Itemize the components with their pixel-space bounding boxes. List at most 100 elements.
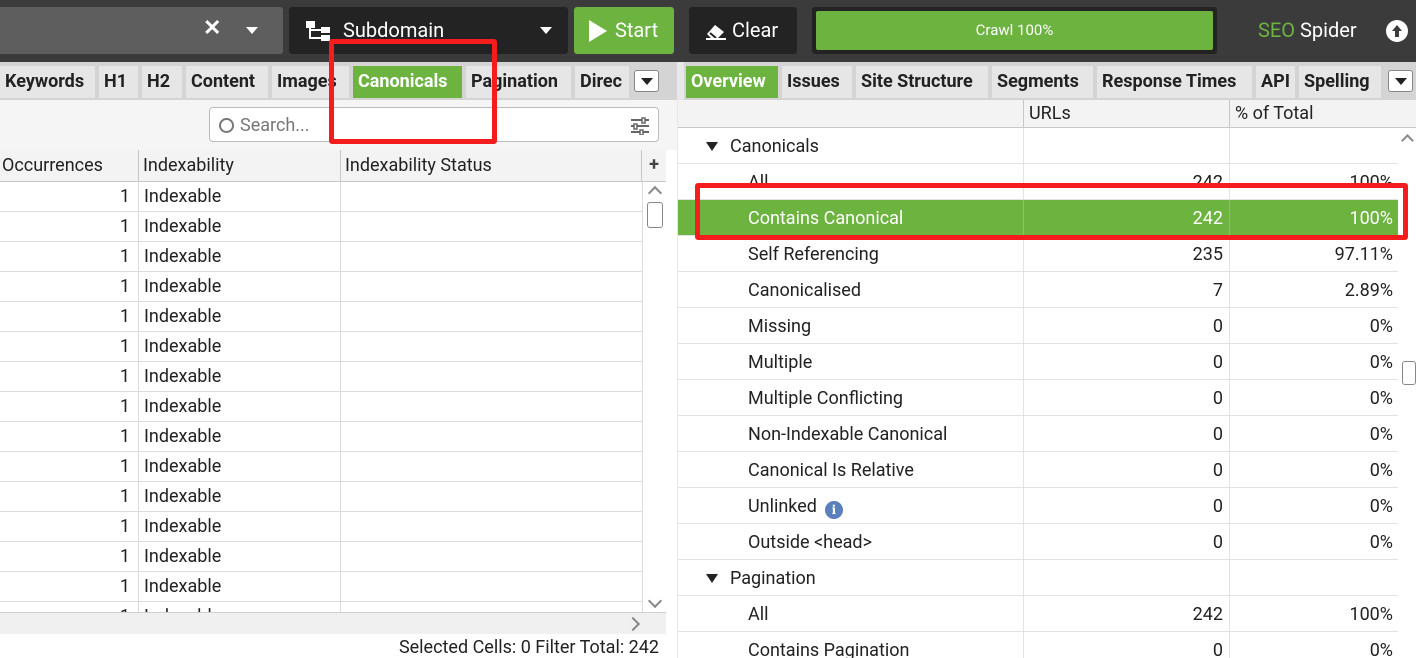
tree-item-all[interactable]: All 242 100% <box>678 596 1398 632</box>
table-row[interactable]: 1Indexable <box>0 302 642 332</box>
tab-segments[interactable]: Segments <box>992 66 1093 98</box>
table-row[interactable]: 1Indexable <box>0 212 642 242</box>
url-input[interactable]: ✕ <box>0 7 283 54</box>
tab-issues[interactable]: Issues <box>782 66 852 98</box>
cell-indexability-status <box>341 422 642 452</box>
tree-item-contains-pagination[interactable]: Contains Pagination 0 0% <box>678 632 1398 658</box>
tree-item-text: Self Referencing <box>748 244 879 265</box>
table-row[interactable]: 1Indexable <box>0 242 642 272</box>
cell-occurrences: 1 <box>0 242 139 272</box>
tree-item-missing[interactable]: Missing 0 0% <box>678 308 1398 344</box>
tree-item-label: Multiple <box>748 344 812 380</box>
start-button-label: Start <box>615 18 659 42</box>
brand-seo: SEO <box>1258 18 1296 42</box>
vertical-scrollbar[interactable] <box>642 182 666 612</box>
search-icon <box>219 118 234 133</box>
tab-site-structure[interactable]: Site Structure <box>856 66 988 98</box>
table-row[interactable]: 1Indexable <box>0 332 642 362</box>
column-header-pct-of-total[interactable]: % of Total <box>1229 100 1398 128</box>
filter-settings-icon[interactable] <box>630 117 650 135</box>
tree-item-non-indexable-canonical[interactable]: Non-Indexable Canonical 0 0% <box>678 416 1398 452</box>
cell-pct-of-total: 100% <box>1229 596 1398 632</box>
cell-indexability-status <box>341 602 642 612</box>
expand-toggle-icon[interactable] <box>706 142 718 151</box>
upload-icon[interactable] <box>1386 20 1408 42</box>
url-history-dropdown-icon[interactable] <box>246 27 258 34</box>
start-button[interactable]: Start <box>574 7 674 54</box>
tree-group-pagination[interactable]: Pagination <box>678 560 1398 596</box>
tree-item-self-referencing[interactable]: Self Referencing 235 97.11% <box>678 236 1398 272</box>
table-row[interactable]: 1Indexable <box>0 482 642 512</box>
main-toolbar: ✕ Subdomain Start Clear Crawl 100% SEO S… <box>0 0 1416 62</box>
scroll-up-icon[interactable] <box>647 185 663 201</box>
tree-item-text: Unlinked <box>748 496 817 517</box>
cell-pct-of-total: 0% <box>1229 344 1398 380</box>
table-row[interactable]: 1Indexable <box>0 272 642 302</box>
info-icon[interactable]: i <box>824 501 843 519</box>
scrollbar-thumb[interactable] <box>1402 361 1416 385</box>
tree-group-canonicals[interactable]: Canonicals <box>678 128 1398 164</box>
tree-item-canonicalised[interactable]: Canonicalised 7 2.89% <box>678 272 1398 308</box>
tree-item-unlinked[interactable]: Unlinked i 0 0% <box>678 488 1398 524</box>
brand-spider: Spider <box>1299 18 1357 42</box>
tab-h1[interactable]: H1 <box>99 66 138 98</box>
tree-item-outside-head[interactable]: Outside <head> 0 0% <box>678 524 1398 560</box>
tree-item-multiple[interactable]: Multiple 0 0% <box>678 344 1398 380</box>
tab-api[interactable]: API <box>1256 66 1295 98</box>
column-header-indexability[interactable]: Indexability <box>139 150 341 182</box>
tab-overview[interactable]: Overview <box>686 66 778 98</box>
tab-spelling[interactable]: Spelling <box>1299 66 1381 98</box>
close-icon[interactable]: ✕ <box>203 16 221 41</box>
scroll-right-icon[interactable] <box>625 616 641 632</box>
tab-overflow-button[interactable] <box>634 70 659 92</box>
chevron-down-icon <box>641 78 653 85</box>
table-row[interactable]: 1Indexable <box>0 572 642 602</box>
tree-item-canonical-is-relative[interactable]: Canonical Is Relative 0 0% <box>678 452 1398 488</box>
clear-button[interactable]: Clear <box>689 7 797 54</box>
cell-indexability-status <box>341 242 642 272</box>
table-row[interactable]: 1Indexable <box>0 512 642 542</box>
cell-urls: 0 <box>1023 416 1229 452</box>
tab-content[interactable]: Content <box>186 66 268 98</box>
overview-header: URLs % of Total <box>678 100 1416 128</box>
cell-indexability-status <box>341 452 642 482</box>
scrollbar-thumb[interactable] <box>647 202 663 228</box>
cell-indexability: Indexable <box>139 452 341 482</box>
table-row[interactable]: 1Indexable <box>0 452 642 482</box>
table-header: Occurrences Indexability Indexability St… <box>0 150 666 182</box>
scroll-down-icon[interactable] <box>647 593 663 609</box>
highlight-box-contains-canonical <box>695 183 1408 240</box>
cell-indexability-status <box>341 212 642 242</box>
cell-occurrences: 1 <box>0 482 139 512</box>
tab-directives[interactable]: Direc <box>575 66 629 98</box>
expand-toggle-icon[interactable] <box>706 574 718 583</box>
cell-occurrences: 1 <box>0 422 139 452</box>
cell-pct-of-total <box>1229 128 1398 164</box>
column-header-urls[interactable]: URLs <box>1023 100 1229 128</box>
tab-overflow-button[interactable] <box>1388 70 1413 92</box>
tab-keywords[interactable]: Keywords <box>0 66 95 98</box>
table-row[interactable]: 1Indexable <box>0 182 642 212</box>
table-row[interactable]: 1Indexable <box>0 602 642 612</box>
tab-response-times[interactable]: Response Times <box>1097 66 1252 98</box>
cell-occurrences: 1 <box>0 392 139 422</box>
tree-item-multiple-conflicting[interactable]: Multiple Conflicting 0 0% <box>678 380 1398 416</box>
column-header-occurrences[interactable]: Occurrences <box>0 150 139 182</box>
cell-pct-of-total: 0% <box>1229 380 1398 416</box>
add-column-button[interactable]: + <box>642 150 666 182</box>
table-row[interactable]: 1Indexable <box>0 362 642 392</box>
table-row[interactable]: 1Indexable <box>0 392 642 422</box>
cell-indexability-status <box>341 392 642 422</box>
results-table: Occurrences Indexability Indexability St… <box>0 150 666 612</box>
cell-pct-of-total: 0% <box>1229 524 1398 560</box>
horizontal-scrollbar[interactable] <box>0 612 666 634</box>
cell-pct-of-total: 0% <box>1229 452 1398 488</box>
cell-urls: 242 <box>1023 596 1229 632</box>
tree-item-label: Canonical Is Relative <box>748 452 914 488</box>
cell-indexability: Indexable <box>139 302 341 332</box>
tab-h2[interactable]: H2 <box>142 66 182 98</box>
table-row[interactable]: 1Indexable <box>0 542 642 572</box>
table-row[interactable]: 1Indexable <box>0 422 642 452</box>
scroll-up-icon[interactable] <box>1401 134 1414 147</box>
column-header-indexability-status[interactable]: Indexability Status <box>341 150 642 182</box>
